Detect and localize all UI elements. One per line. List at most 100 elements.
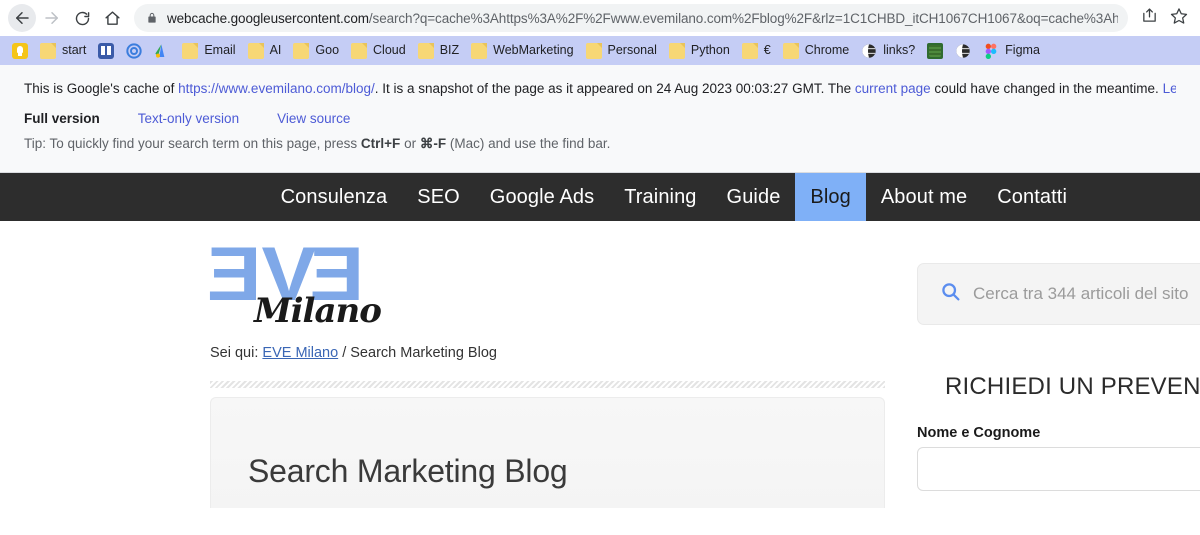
bookmark-item[interactable]: start	[34, 40, 92, 62]
logo-milano-text: Milano	[254, 291, 382, 331]
bookmark-item[interactable]: WebMarketing	[465, 40, 579, 62]
forward-arrow-icon	[43, 9, 61, 27]
bookmark-label: WebMarketing	[493, 43, 574, 58]
bookmark-item[interactable]: Goo	[287, 40, 345, 62]
bookmark-label: Personal	[607, 43, 657, 58]
nav-item-blog[interactable]: Blog	[795, 173, 866, 221]
bookmark-label: Goo	[315, 43, 340, 58]
bookmark-label: Chrome	[804, 43, 850, 58]
section-divider	[210, 381, 885, 388]
share-icon	[1141, 7, 1158, 29]
folder-icon	[585, 42, 602, 59]
bookmark-item[interactable]: Personal	[580, 40, 663, 62]
nav-item-training[interactable]: Training	[609, 173, 711, 221]
breadcrumb: Sei qui: EVE Milano / Search Marketing B…	[210, 343, 885, 361]
bookmark-item[interactable]	[6, 40, 34, 62]
folder-icon	[782, 42, 799, 59]
breadcrumb-current: Search Marketing Blog	[350, 345, 497, 361]
address-bar-path: /search?q=cache%3Ahttps%3A%2F%2Fwww.evem…	[368, 10, 1118, 26]
bookmark-item[interactable]: BIZ	[412, 40, 465, 62]
reload-icon	[74, 10, 91, 27]
nav-item-seo[interactable]: SEO	[402, 173, 475, 221]
folder-icon	[40, 42, 56, 59]
page-title: Search Marketing Blog	[248, 453, 568, 489]
breadcrumb-prefix: Sei qui:	[210, 345, 259, 361]
site-search-box[interactable]: Cerca tra 344 articoli del sito	[917, 263, 1200, 325]
nav-item-guide[interactable]: Guide	[712, 173, 796, 221]
full-version-label: Full version	[24, 111, 100, 126]
back-button[interactable]	[8, 4, 36, 32]
breadcrumb-home-link[interactable]: EVE Milano	[262, 345, 338, 361]
folder-icon	[471, 42, 488, 59]
reload-button[interactable]	[68, 4, 96, 32]
bookmarks-bar: start Email AI Goo Cloud BIZ WebMarketin…	[0, 36, 1200, 65]
home-button[interactable]	[98, 4, 126, 32]
cache-tip-key-mac: ⌘-F	[419, 136, 447, 151]
bookmark-item[interactable]	[949, 40, 977, 62]
nav-item-consulenza[interactable]: Consulenza	[266, 173, 403, 221]
learn-more-link[interactable]: Learn more.	[1163, 81, 1176, 96]
trello-icon	[98, 42, 115, 59]
circle-icon	[126, 42, 142, 59]
sidebar: Cerca tra 344 articoli del sito RICHIEDI…	[917, 221, 1200, 508]
bookmark-item[interactable]: €	[736, 40, 777, 62]
bookmark-label: Figma	[1005, 43, 1040, 58]
google-cache-notice: This is Google's cache of https://www.ev…	[0, 65, 1200, 173]
bookmark-label: Cloud	[373, 43, 406, 58]
site-logo[interactable]: EVE Milano	[210, 221, 885, 343]
bookmark-item[interactable]: Figma	[977, 40, 1046, 62]
bookmark-label: Email	[204, 43, 236, 58]
nav-item-about-me[interactable]: About me	[866, 173, 982, 221]
address-bar-host: webcache.googleusercontent.com	[167, 10, 369, 26]
form-label-nome: Nome e Cognome	[917, 425, 1041, 441]
cache-tip-prefix: Tip: To quickly find your search term on…	[24, 136, 361, 151]
bookmark-item[interactable]: links?	[855, 40, 921, 62]
cache-intro-text: This is Google's cache of	[24, 81, 179, 96]
cache-tip-or: or	[400, 136, 420, 151]
bookmark-item[interactable]	[148, 40, 176, 62]
forward-button[interactable]	[38, 4, 66, 32]
back-arrow-icon	[13, 9, 31, 27]
bookmark-button[interactable]	[1166, 5, 1192, 31]
globe-icon	[955, 43, 971, 59]
folder-icon	[247, 42, 264, 59]
breadcrumb-separator: /	[342, 345, 347, 361]
folder-icon	[293, 42, 310, 59]
quote-form-title: RICHIEDI UN PREVENTIVO	[945, 373, 1200, 400]
blog-header-card: Search Marketing Blog	[210, 397, 885, 508]
bookmark-item[interactable]: Chrome	[777, 40, 855, 62]
bookmark-item[interactable]: Email	[176, 40, 241, 62]
cache-tip-key-windows: Ctrl+F	[360, 136, 401, 151]
green-square-icon	[927, 42, 944, 59]
bookmark-item[interactable]: AI	[242, 40, 288, 62]
bookmark-item[interactable]	[921, 40, 949, 62]
bookmark-label: BIZ	[439, 43, 460, 58]
bookmark-item[interactable]: Python	[663, 40, 736, 62]
search-input[interactable]: Cerca tra 344 articoli del sito	[973, 284, 1188, 304]
text-only-version-link[interactable]: Text-only version	[138, 111, 239, 126]
bookmark-item[interactable]: Cloud	[345, 40, 412, 62]
globe-icon	[861, 43, 877, 59]
cached-url-link[interactable]: https://www.evemilano.com/blog/	[178, 81, 375, 96]
share-button[interactable]	[1136, 5, 1162, 31]
bookmark-item[interactable]	[120, 40, 148, 62]
nav-item-contatti[interactable]: Contatti	[982, 173, 1082, 221]
current-page-link[interactable]: current page	[855, 81, 931, 96]
cache-tip-suffix: (Mac) and use the find bar.	[446, 136, 611, 151]
folder-icon	[351, 42, 368, 59]
bookmark-label: AI	[269, 43, 282, 58]
main-content-column: EVE Milano Sei qui: EVE Milano / Search …	[210, 221, 885, 508]
figma-icon	[983, 43, 999, 59]
google-ads-icon	[154, 43, 170, 59]
bookmark-label: links?	[883, 43, 916, 58]
form-input-nome[interactable]	[917, 447, 1200, 491]
address-bar[interactable]: webcache.googleusercontent.com/search?q=…	[134, 4, 1128, 32]
cache-version-links: Full version Text-only version View sour…	[24, 111, 1176, 126]
bookmark-label: €	[763, 43, 771, 58]
nav-item-google-ads[interactable]: Google Ads	[475, 173, 609, 221]
bookmark-item[interactable]	[92, 40, 120, 62]
home-icon	[104, 10, 121, 27]
view-source-link[interactable]: View source	[277, 111, 350, 126]
cache-description: This is Google's cache of https://www.ev…	[24, 79, 1176, 100]
address-bar-url: webcache.googleusercontent.com/search?q=…	[167, 11, 1118, 26]
